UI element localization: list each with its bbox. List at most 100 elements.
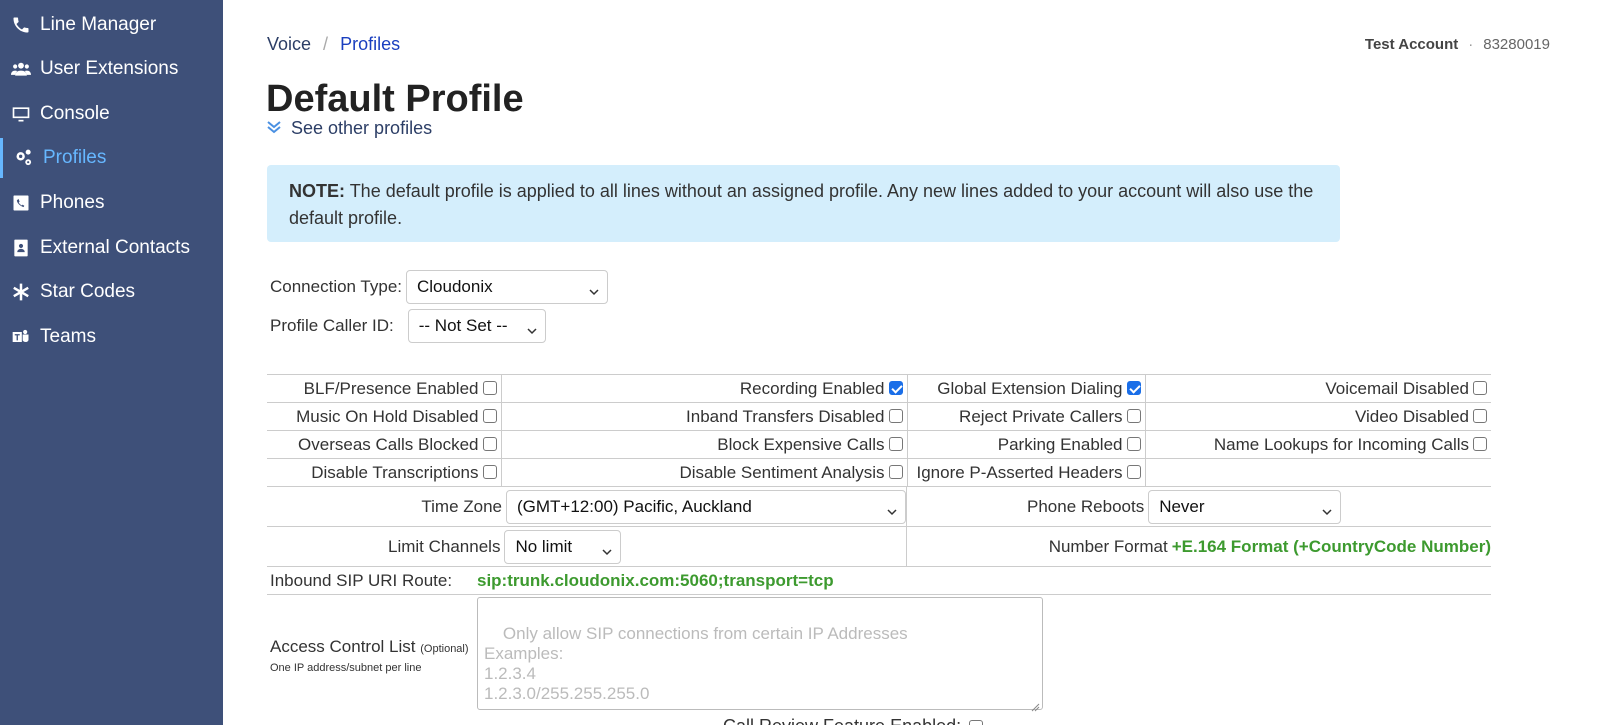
option-recording: Recording Enabled <box>501 374 908 403</box>
profile-caller-id-row: Profile Caller ID: -- Not Set -- <box>270 309 546 343</box>
option-label: Reject Private Callers <box>959 406 1123 426</box>
phone-reboots-value: Never <box>1159 497 1205 516</box>
option-label: Disable Sentiment Analysis <box>679 462 885 482</box>
option-disable-sentiment: Disable Sentiment Analysis <box>501 458 908 487</box>
option-label: Disable Transcriptions <box>311 462 479 482</box>
see-other-profiles-link[interactable]: See other profiles <box>267 118 432 139</box>
inbound-sip-row: Inbound SIP URI Route: sip:trunk.cloudon… <box>267 567 1491 595</box>
option-empty <box>1145 458 1491 487</box>
inbound-sip-value[interactable]: sip:trunk.cloudonix.com:5060;transport=t… <box>477 571 834 591</box>
option-reject-private: Reject Private Callers <box>907 402 1146 431</box>
option-blf-presence: BLF/Presence Enabled <box>267 374 502 403</box>
contact-book-icon <box>10 237 32 259</box>
sidebar-item-user-extensions[interactable]: User Extensions <box>0 49 223 89</box>
sidebar-item-external-contacts[interactable]: External Contacts <box>0 228 223 268</box>
global-extension-dialing-checkbox[interactable] <box>1126 380 1141 395</box>
limit-channels-row: Limit Channels No limit Number Format +E… <box>267 527 1491 567</box>
disable-sentiment-checkbox[interactable] <box>888 464 903 479</box>
acl-textarea[interactable]: Only allow SIP connections from certain … <box>477 597 1043 712</box>
chevron-down-icon <box>527 321 537 335</box>
ignore-p-asserted-checkbox[interactable] <box>1126 464 1141 479</box>
name-lookups-checkbox[interactable] <box>1473 436 1487 451</box>
breadcrumb-voice[interactable]: Voice <box>267 34 311 55</box>
main-content: Voice / Profiles Test Account · 83280019… <box>223 0 1600 725</box>
option-label: Music On Hold Disabled <box>296 406 479 426</box>
option-overseas-blocked: Overseas Calls Blocked <box>267 430 502 459</box>
sidebar-item-label: Teams <box>40 326 96 347</box>
options-row: BLF/Presence Enabled Recording Enabled G… <box>267 374 1491 403</box>
reject-private-checkbox[interactable] <box>1126 408 1141 423</box>
connection-type-select[interactable]: Cloudonix <box>406 270 608 304</box>
account-separator: · <box>1468 36 1474 53</box>
phone-icon <box>10 14 32 36</box>
account-name[interactable]: Test Account <box>1365 36 1458 53</box>
monitor-icon <box>10 103 32 125</box>
limit-channels-select[interactable]: No limit <box>504 530 622 564</box>
sidebar-item-line-manager[interactable]: Line Manager <box>0 5 223 45</box>
sidebar-item-star-codes[interactable]: Star Codes <box>0 272 223 312</box>
option-label: Global Extension Dialing <box>937 378 1123 398</box>
options-row: Music On Hold Disabled Inband Transfers … <box>267 402 1491 431</box>
recording-checkbox[interactable] <box>888 380 903 395</box>
option-disable-transcriptions: Disable Transcriptions <box>267 458 502 487</box>
voicemail-disabled-checkbox[interactable] <box>1473 380 1487 395</box>
limit-channels-value: No limit <box>515 537 573 556</box>
disable-transcriptions-checkbox[interactable] <box>482 464 497 479</box>
sidebar-item-label: User Extensions <box>40 58 179 79</box>
sidebar-item-console[interactable]: Console <box>0 94 223 134</box>
inband-transfers-checkbox[interactable] <box>888 408 903 423</box>
phone-reboots-label: Phone Reboots <box>1027 497 1145 516</box>
profile-caller-id-select[interactable]: -- Not Set -- <box>407 309 546 343</box>
option-label: Overseas Calls Blocked <box>298 434 479 454</box>
number-format-label: Number Format <box>1048 537 1168 556</box>
breadcrumb-profiles[interactable]: Profiles <box>340 34 400 55</box>
video-disabled-checkbox[interactable] <box>1473 408 1487 423</box>
double-chevron-down-icon <box>267 118 281 139</box>
block-expensive-checkbox[interactable] <box>888 436 903 451</box>
time-zone-select[interactable]: (GMT+12:00) Pacific, Auckland <box>506 490 906 524</box>
note-alert: NOTE: The default profile is applied to … <box>267 165 1340 242</box>
time-zone-cell: Time Zone (GMT+12:00) Pacific, Auckland <box>267 487 907 527</box>
sidebar-item-label: Console <box>40 103 110 124</box>
option-label: Inband Transfers Disabled <box>686 406 885 426</box>
option-label: Recording Enabled <box>739 378 885 398</box>
breadcrumb: Voice / Profiles <box>267 34 400 55</box>
option-voicemail-disabled: Voicemail Disabled <box>1145 374 1491 403</box>
music-on-hold-checkbox[interactable] <box>482 408 497 423</box>
connection-type-label: Connection Type: <box>270 277 402 296</box>
users-icon <box>10 58 32 80</box>
sidebar-item-label: External Contacts <box>40 237 190 258</box>
option-label: BLF/Presence Enabled <box>303 378 479 398</box>
note-label: NOTE: <box>289 181 345 201</box>
overseas-blocked-checkbox[interactable] <box>482 436 497 451</box>
option-parking: Parking Enabled <box>907 430 1146 459</box>
options-table: BLF/Presence Enabled Recording Enabled G… <box>267 374 1491 487</box>
connection-type-value: Cloudonix <box>417 277 493 296</box>
option-video-disabled: Video Disabled <box>1145 402 1491 431</box>
acl-label: Access Control List <box>270 637 416 656</box>
profile-caller-id-label: Profile Caller ID: <box>270 316 394 335</box>
breadcrumb-separator: / <box>323 34 329 54</box>
acl-placeholder: Only allow SIP connections from certain … <box>484 624 908 703</box>
options-row: Disable Transcriptions Disable Sentiment… <box>267 458 1491 487</box>
parking-checkbox[interactable] <box>1126 436 1141 451</box>
option-inband-transfers: Inband Transfers Disabled <box>501 402 908 431</box>
resize-handle-icon[interactable] <box>1030 697 1040 712</box>
blf-presence-checkbox[interactable] <box>482 380 497 395</box>
option-label: Block Expensive Calls <box>717 434 885 454</box>
option-label: Ignore P-Asserted Headers <box>916 462 1123 482</box>
time-zone-label: Time Zone <box>421 497 502 516</box>
sidebar-item-label: Line Manager <box>40 14 157 35</box>
connection-type-row: Connection Type: Cloudonix <box>270 270 608 304</box>
note-text: The default profile is applied to all li… <box>289 181 1314 228</box>
option-ignore-p-asserted: Ignore P-Asserted Headers <box>907 458 1146 487</box>
sidebar-item-teams[interactable]: Teams <box>0 317 223 357</box>
sidebar-item-label: Profiles <box>43 147 107 168</box>
option-global-extension-dialing: Global Extension Dialing <box>907 374 1146 403</box>
sidebar-item-phones[interactable]: Phones <box>0 183 223 223</box>
call-review-checkbox[interactable] <box>969 719 984 725</box>
gears-icon <box>13 147 35 169</box>
phone-reboots-select[interactable]: Never <box>1148 490 1342 524</box>
sidebar-item-profiles[interactable]: Profiles <box>0 138 223 178</box>
call-review-label: Call Review Feature Enabled: <box>723 716 961 725</box>
